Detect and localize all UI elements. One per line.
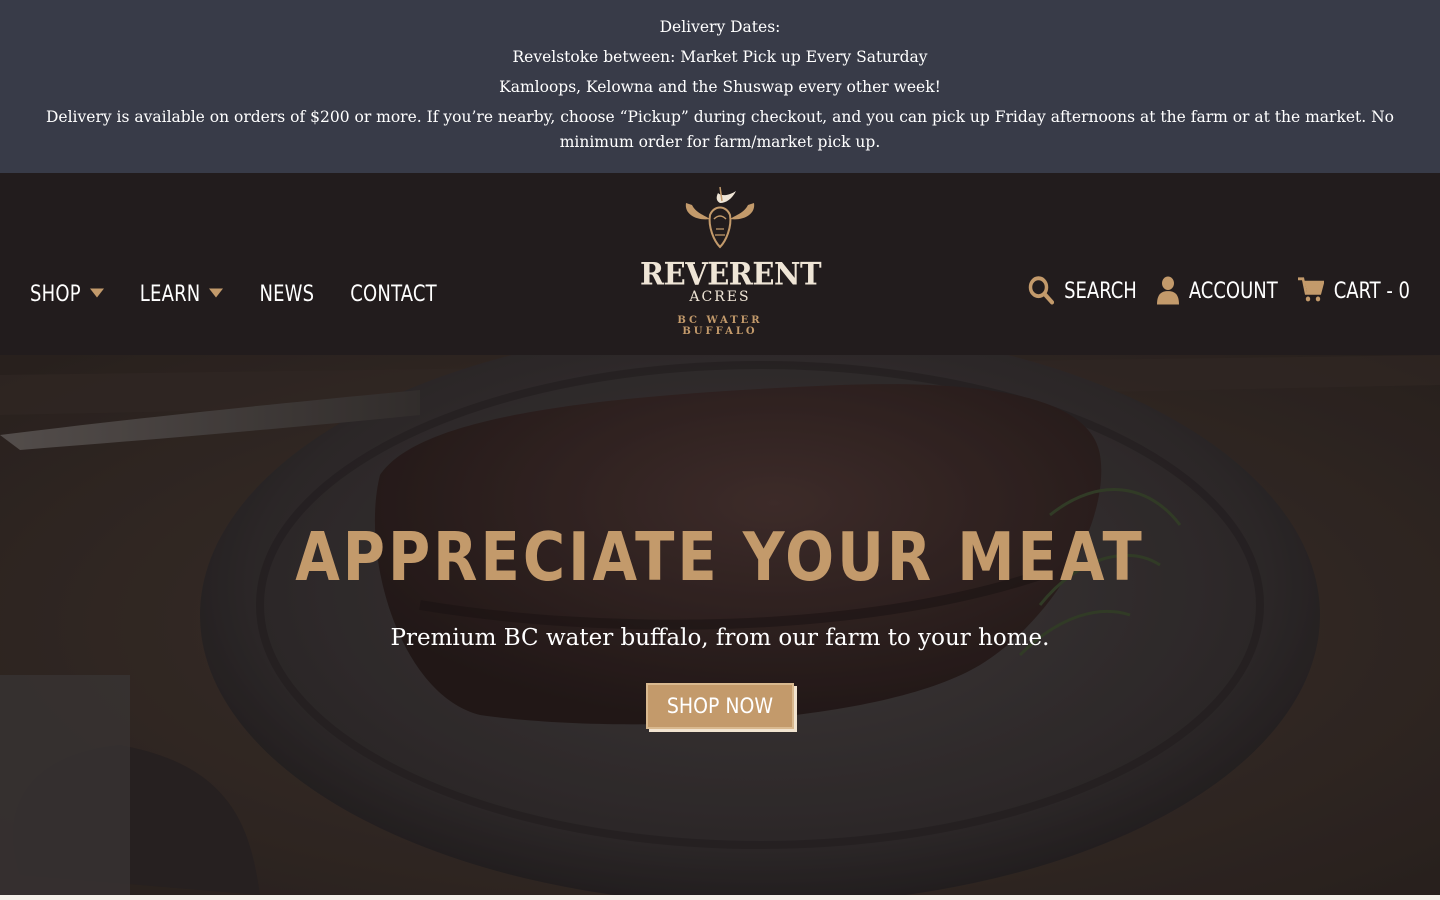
- chevron-down-icon: [209, 288, 224, 298]
- nav-contact[interactable]: CONTACT: [350, 280, 437, 307]
- announcement-line: Kamloops, Kelowna and the Shuswap every …: [499, 78, 941, 96]
- cart-icon: [1297, 277, 1324, 302]
- search-link[interactable]: SEARCH: [1028, 275, 1137, 305]
- search-icon: [1028, 276, 1055, 305]
- nav-news-label: NEWS: [259, 279, 315, 307]
- hero-subtitle: Premium BC water buffalo, from our farm …: [390, 625, 1050, 651]
- announcement-line: Delivery Dates:: [659, 18, 781, 36]
- nav-shop[interactable]: SHOP: [30, 279, 104, 307]
- shop-now-button[interactable]: SHOP NOW: [646, 683, 794, 729]
- main-nav: SHOP LEARN NEWS CONTACT: [30, 279, 473, 307]
- nav-learn-label: LEARN: [139, 279, 201, 307]
- page-bottom-strip: [0, 895, 1440, 900]
- logo-brand: REVERENT: [640, 256, 822, 292]
- chevron-down-icon: [89, 288, 104, 298]
- utility-nav: SEARCH ACCOUNT CART - 0: [1008, 275, 1410, 305]
- cart-label: CART - 0: [1333, 276, 1410, 304]
- site-logo[interactable]: REVERENT ACRES BC WATER BUFFALO: [640, 185, 822, 345]
- site-header: SHOP LEARN NEWS CONTACT REVERENT ACRES B…: [0, 173, 1440, 355]
- nav-news[interactable]: NEWS: [259, 280, 314, 307]
- account-link[interactable]: ACCOUNT: [1156, 275, 1278, 305]
- buffalo-head-icon: [685, 186, 755, 249]
- search-label: SEARCH: [1064, 276, 1137, 304]
- announcement-bar: Delivery Dates: Revelstoke between: Mark…: [0, 0, 1440, 173]
- nav-shop-label: SHOP: [30, 279, 81, 307]
- user-icon: [1156, 276, 1179, 305]
- announcement-line: Delivery is available on orders of $200 …: [46, 108, 1394, 151]
- cart-link[interactable]: CART - 0: [1297, 276, 1410, 304]
- announcement-line: Revelstoke between: Market Pick up Every…: [512, 48, 928, 66]
- hero-title: APPRECIATE YOUR MEAT: [295, 519, 1145, 597]
- logo-tagline: BC WATER BUFFALO: [677, 315, 763, 337]
- account-label: ACCOUNT: [1188, 276, 1278, 304]
- nav-contact-label: CONTACT: [350, 279, 437, 307]
- hero-banner: APPRECIATE YOUR MEAT Premium BC water bu…: [0, 355, 1440, 895]
- nav-learn[interactable]: LEARN: [139, 279, 224, 307]
